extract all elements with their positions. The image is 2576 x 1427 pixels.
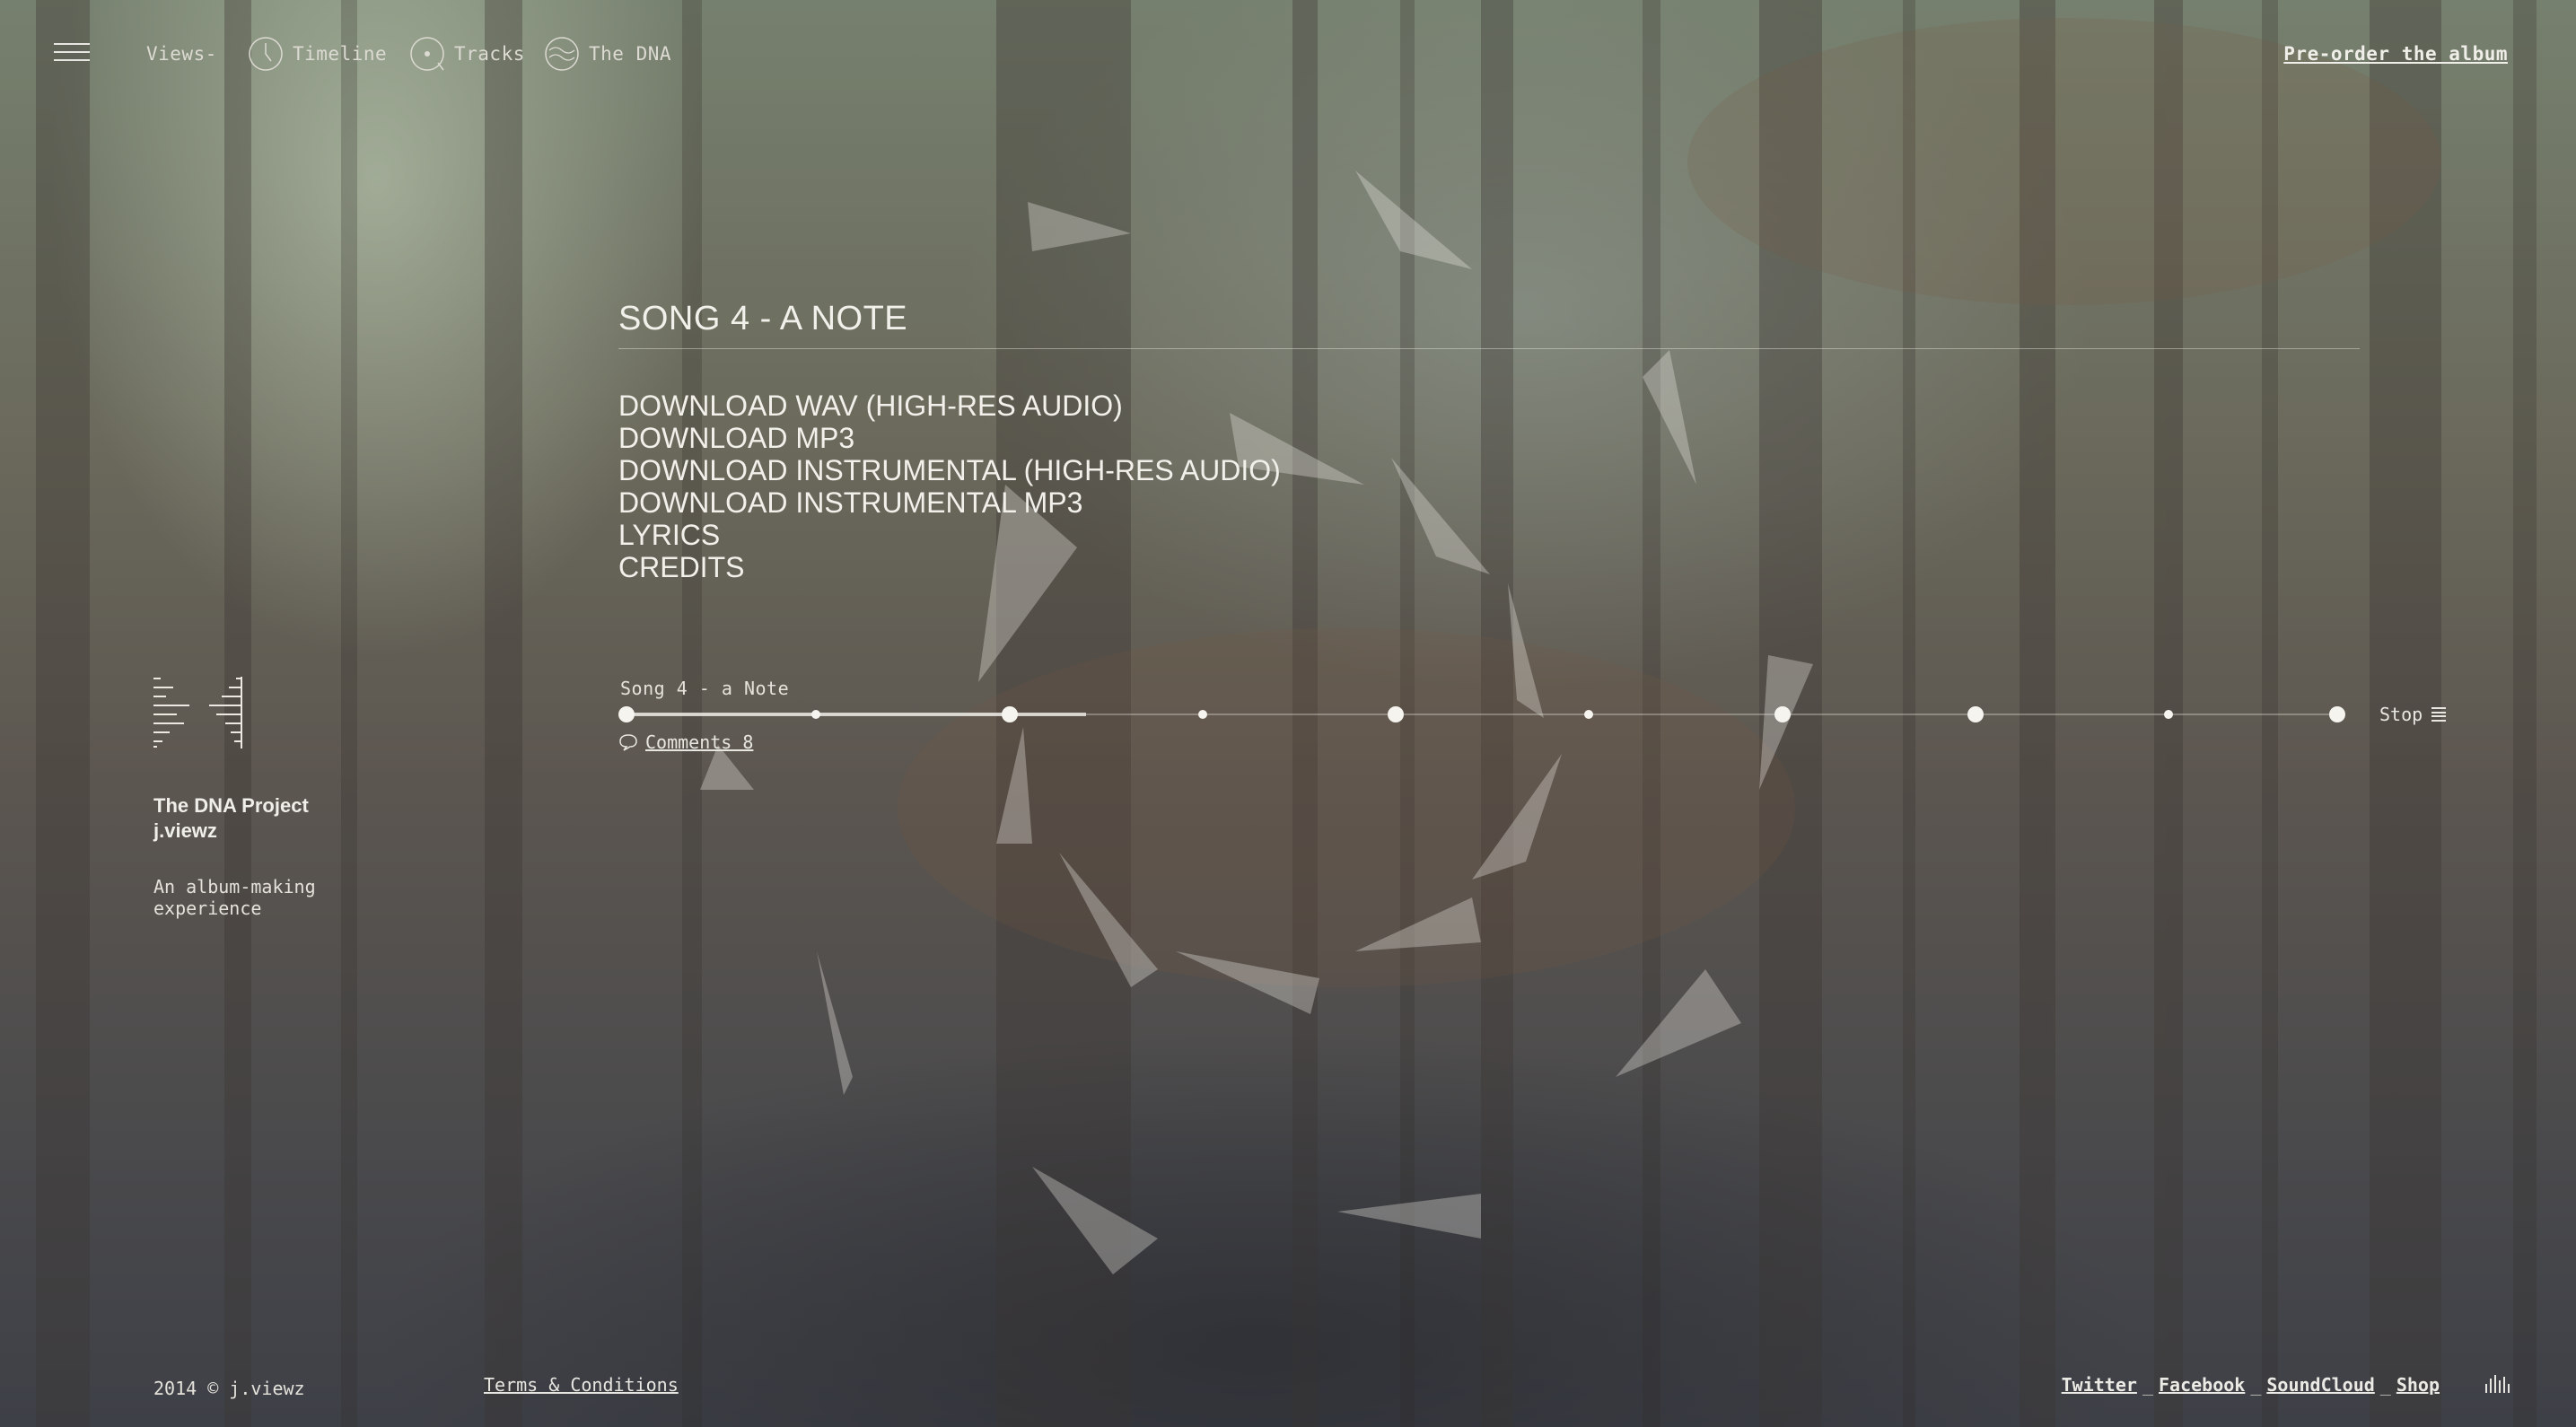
speech-bubble-icon: [619, 734, 637, 751]
now-playing-label: Song 4 - a Note: [620, 678, 790, 699]
timeline-marker[interactable]: [1967, 706, 1984, 722]
timeline-marker[interactable]: [811, 710, 820, 719]
facebook-link[interactable]: Facebook: [2159, 1374, 2245, 1396]
dropdown-dash: -: [205, 43, 217, 65]
project-info: The DNA Project j.viewz: [153, 793, 309, 844]
soundcloud-link[interactable]: SoundCloud: [2266, 1374, 2374, 1396]
artist-name: j.viewz: [153, 819, 217, 842]
tracks-icon: [410, 37, 444, 71]
separator: _: [2250, 1374, 2262, 1396]
timeline-marker[interactable]: [2164, 710, 2173, 719]
copyright: 2014 © j.viewz: [153, 1378, 305, 1399]
separator: _: [2379, 1374, 2391, 1396]
preorder-link[interactable]: Pre-order the album: [2283, 43, 2508, 65]
stop-label: Stop: [2379, 704, 2423, 725]
nav-tracks-label: Tracks: [454, 43, 525, 65]
nav-dna-label: The DNA: [589, 43, 672, 65]
views-label: Views: [146, 43, 206, 65]
song-actions-menu: DOWNLOAD WAV (HIGH-RES AUDIO) DOWNLOAD M…: [618, 390, 1281, 583]
nav-tracks[interactable]: Tracks: [409, 37, 525, 71]
timeline-end-marker[interactable]: [2329, 706, 2345, 722]
separator: _: [2142, 1374, 2153, 1396]
stop-icon: [2431, 707, 2447, 722]
dna-project-logo: [153, 677, 242, 749]
download-instrumental-wav-link[interactable]: DOWNLOAD INSTRUMENTAL (HIGH-RES AUDIO): [618, 454, 1281, 486]
project-name: The DNA Project: [153, 794, 309, 817]
download-wav-link[interactable]: DOWNLOAD WAV (HIGH-RES AUDIO): [618, 390, 1281, 422]
comments: Comments 8: [618, 731, 753, 753]
nav-timeline[interactable]: Timeline: [248, 37, 388, 71]
stop-button[interactable]: Stop: [2379, 704, 2447, 725]
credits-link[interactable]: CREDITS: [618, 551, 1281, 583]
download-instrumental-mp3-link[interactable]: DOWNLOAD INSTRUMENTAL MP3: [618, 486, 1281, 519]
social-links: Twitter _ Facebook _ SoundCloud _ Shop: [2062, 1374, 2440, 1396]
timeline-marker[interactable]: [1388, 706, 1404, 722]
timeline-marker[interactable]: [1198, 710, 1207, 719]
twitter-link[interactable]: Twitter: [2062, 1374, 2137, 1396]
nav-dna[interactable]: The DNA: [544, 37, 672, 71]
comments-link[interactable]: Comments 8: [645, 731, 753, 753]
title-divider: [618, 348, 2360, 349]
terms-link[interactable]: Terms & Conditions: [484, 1374, 679, 1396]
lyrics-link[interactable]: LYRICS: [618, 519, 1281, 551]
download-mp3-link[interactable]: DOWNLOAD MP3: [618, 422, 1281, 454]
shop-link[interactable]: Shop: [2396, 1374, 2440, 1396]
nav-timeline-label: Timeline: [293, 43, 388, 65]
song-title: SONG 4 - A NOTE: [618, 300, 908, 337]
timeline-marker[interactable]: [1584, 710, 1593, 719]
dna-icon: [545, 37, 579, 71]
timeline-marker[interactable]: [618, 706, 635, 722]
timeline-marker[interactable]: [1774, 706, 1791, 722]
timeline-playhead[interactable]: [1002, 706, 1018, 722]
sound-toggle-icon[interactable]: [2484, 1373, 2513, 1393]
top-bar: Views - Timeline Tracks The DNA Pre-orde…: [0, 0, 2576, 108]
views-dropdown[interactable]: Views -: [146, 38, 217, 70]
menu-icon[interactable]: [54, 43, 90, 65]
project-tagline: An album-making experience: [153, 876, 316, 919]
clock-icon: [249, 37, 283, 71]
playback-timeline[interactable]: [618, 704, 2345, 725]
